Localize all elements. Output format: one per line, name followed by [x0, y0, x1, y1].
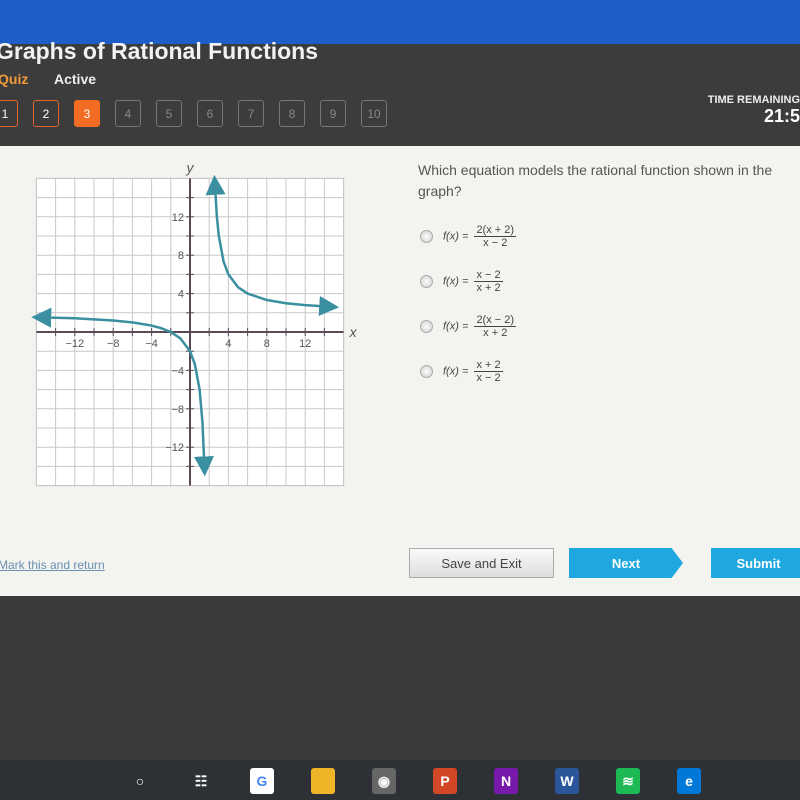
y-tick-label: −4	[171, 365, 184, 377]
submit-button[interactable]: Submit	[711, 548, 800, 578]
task-view-icon[interactable]: ☷	[189, 768, 213, 794]
next-button[interactable]: Next	[569, 548, 683, 578]
question-text: Which equation models the rational funct…	[418, 162, 773, 199]
x-tick-label: 8	[264, 338, 270, 350]
status-label: Active	[54, 71, 97, 87]
quiz-type-label: Quiz	[0, 71, 29, 87]
page-title: Graphs of Rational Functions	[0, 38, 319, 64]
option-lhs: f(x) =	[443, 230, 469, 243]
mark-and-return-link[interactable]: Mark this and return	[0, 558, 105, 572]
y-tick-label: −12	[165, 442, 184, 454]
edge-icon[interactable]: e	[677, 768, 701, 794]
quiz-header: Graphs of Rational Functions Quiz Active…	[0, 38, 800, 146]
file-explorer-icon[interactable]	[311, 768, 335, 794]
question-9-button[interactable]: 9	[320, 100, 346, 127]
y-tick-label: −8	[171, 404, 184, 416]
question-4-button[interactable]: 4	[115, 100, 141, 127]
question-8-button[interactable]: 8	[279, 100, 305, 127]
numerator: 2(x + 2)	[474, 224, 517, 237]
time-remaining-label: TIME REMAINING	[707, 94, 800, 106]
y-axis-label: y	[186, 159, 195, 175]
radio-button[interactable]	[420, 365, 433, 378]
numerator: x − 2	[474, 269, 503, 282]
spotify-icon[interactable]: ≋	[616, 768, 640, 794]
answer-option-3[interactable]: f(x) = 2(x − 2) x + 2	[420, 314, 517, 339]
denominator: x + 2	[483, 327, 508, 339]
question-navigator: 1 2 3 4 5 6 7 8 9 10	[0, 100, 387, 127]
x-axis-label: x	[349, 324, 358, 340]
option-lhs: f(x) =	[443, 320, 469, 333]
onenote-icon[interactable]: N	[494, 768, 518, 794]
question-6-button[interactable]: 6	[197, 100, 223, 127]
save-and-exit-button[interactable]: Save and Exit	[409, 548, 554, 578]
denominator: x + 2	[476, 282, 501, 294]
y-tick-label: 4	[178, 289, 184, 301]
x-tick-label: 12	[299, 338, 311, 350]
question-7-button[interactable]: 7	[238, 100, 264, 127]
question-1-button[interactable]: 1	[0, 100, 18, 127]
question-5-button[interactable]: 5	[156, 100, 182, 127]
answer-option-4[interactable]: f(x) = x + 2 x − 2	[420, 359, 503, 384]
answer-option-1[interactable]: f(x) = 2(x + 2) x − 2	[420, 224, 517, 249]
numerator: x + 2	[474, 359, 503, 372]
radio-button[interactable]	[420, 230, 433, 243]
radio-button[interactable]	[420, 275, 433, 288]
question-panel: −12 −8 −4 4 8 12 12 8 4 −4 −8 −12 x y Which equation …	[0, 146, 800, 596]
radio-button[interactable]	[420, 320, 433, 333]
cortana-icon[interactable]: ○	[128, 768, 152, 794]
powerpoint-icon[interactable]: P	[433, 768, 457, 794]
answer-option-2[interactable]: f(x) = x − 2 x + 2	[420, 269, 503, 294]
y-tick-label: 12	[172, 212, 184, 224]
x-tick-label: −12	[65, 338, 84, 350]
google-icon[interactable]: G	[250, 768, 274, 794]
word-icon[interactable]: W	[555, 768, 579, 794]
question-10-button[interactable]: 10	[361, 100, 387, 127]
option-lhs: f(x) =	[443, 365, 469, 378]
chrome-icon[interactable]: ◉	[372, 768, 396, 794]
x-tick-label: −8	[107, 338, 120, 350]
denominator: x − 2	[483, 237, 508, 249]
option-lhs: f(x) =	[443, 275, 469, 288]
question-2-button[interactable]: 2	[33, 100, 59, 127]
x-tick-label: −4	[145, 338, 158, 350]
denominator: x − 2	[476, 372, 501, 384]
rational-function-graph: −12 −8 −4 4 8 12 12 8 4 −4 −8 −12 x y	[31, 159, 358, 487]
question-3-button[interactable]: 3	[74, 100, 100, 127]
y-tick-label: 8	[178, 250, 184, 262]
time-remaining-value: 21:5	[763, 106, 800, 126]
numerator: 2(x − 2)	[474, 314, 517, 327]
x-tick-label: 4	[225, 338, 231, 350]
